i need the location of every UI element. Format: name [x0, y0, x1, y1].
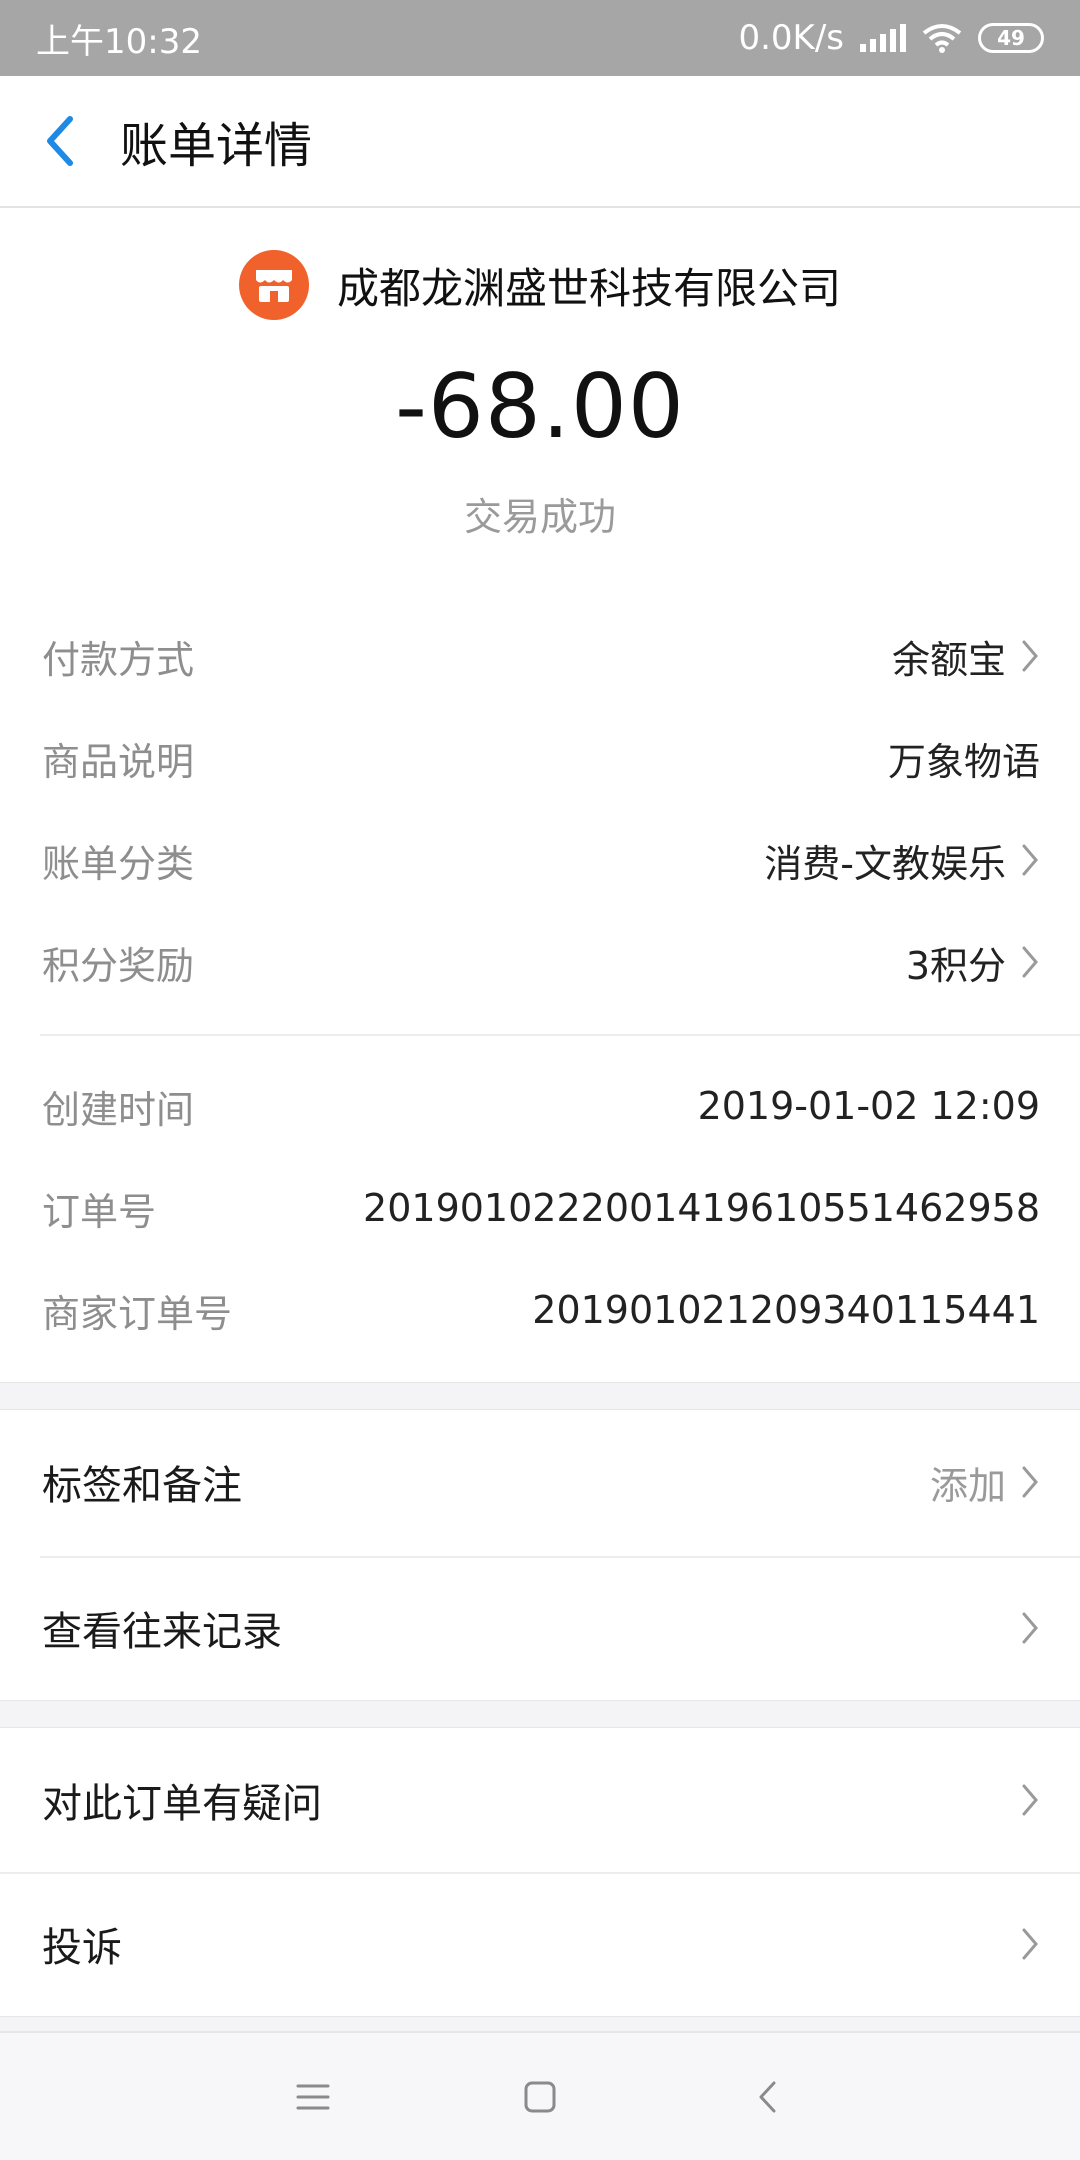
detail-value: 3积分 — [905, 943, 1006, 988]
status-time: 上午10:32 — [36, 21, 202, 62]
divider — [40, 1034, 1080, 1036]
status-bar: 上午10:32 0.0K/s 49 — [0, 0, 1080, 76]
section-gap — [0, 1382, 1080, 1410]
detail-label: 商家订单号 — [42, 1291, 233, 1336]
tags-and-notes-row[interactable]: 标签和备注 添加 — [0, 1412, 1080, 1552]
action-right — [1020, 1926, 1040, 1962]
back-icon — [759, 2081, 776, 2112]
merchant-header: 成都龙渊盛世科技有限公司 — [0, 250, 1080, 320]
action-right — [1020, 1610, 1040, 1646]
signal-icon — [860, 24, 906, 52]
section-gap — [0, 2016, 1080, 2032]
detail-row-order-number: 订单号 20190102220014196105514629​58 — [0, 1168, 1080, 1248]
transaction-amount: -68.00 — [395, 355, 685, 458]
battery-level: 49 — [997, 26, 1025, 50]
detail-value: 201901021209340115441 — [532, 1288, 1040, 1332]
merchant-name: 成都龙渊盛世科技有限公司 — [336, 263, 841, 313]
home-icon — [524, 2081, 556, 2112]
detail-row-created-time: 创建时间 2019-01-02 12:09 — [0, 1066, 1080, 1146]
menu-button[interactable] — [268, 2052, 358, 2142]
action-right — [1020, 1782, 1040, 1818]
detail-row-bill-category[interactable]: 账单分类 消费-文教娱乐 — [0, 820, 1080, 900]
detail-label: 订单号 — [42, 1189, 157, 1234]
battery-icon: 49 — [978, 23, 1044, 53]
back-button[interactable] — [0, 75, 120, 207]
home-button[interactable] — [495, 2052, 585, 2142]
detail-value-group: 余额宝 — [892, 629, 1040, 684]
chevron-right-icon — [1022, 640, 1038, 672]
detail-row-points-reward[interactable]: 积分奖励 3积分 — [0, 922, 1080, 1002]
section-gap — [0, 1700, 1080, 1728]
detail-row-payment-method[interactable]: 付款方式 余额宝 — [0, 616, 1080, 696]
detail-value: 余额宝 — [891, 637, 1006, 682]
detail-value: 消费-文教娱乐 — [764, 841, 1006, 886]
detail-value-group: 万象物语 — [888, 731, 1040, 786]
order-question-row[interactable]: 对此订单有疑问 — [0, 1730, 1080, 1870]
view-history-row[interactable]: 查看往来记录 — [0, 1558, 1080, 1698]
chevron-right-icon — [1022, 1928, 1038, 1960]
chevron-right-icon — [1022, 1784, 1038, 1816]
detail-value-group: 消费-文教娱乐 — [764, 833, 1040, 888]
detail-value: 万象物语 — [887, 739, 1040, 784]
complaint-row[interactable]: 投诉 — [0, 1874, 1080, 2014]
detail-value: 20190102220014196105514629​58 — [363, 1186, 1040, 1230]
action-right: 添加 — [930, 1455, 1040, 1510]
detail-label: 付款方式 — [42, 637, 195, 682]
action-label: 对此订单有疑问 — [42, 1781, 322, 1827]
bill-detail-screen: 上午10:32 0.0K/s 49 账单详情 成都龙渊盛世科技有限公司 -68.… — [0, 0, 1080, 2160]
add-link[interactable]: 添加 — [930, 1455, 1006, 1510]
detail-label: 账单分类 — [42, 841, 195, 886]
detail-row-product-description: 商品说明 万象物语 — [0, 718, 1080, 798]
chevron-right-icon — [1022, 844, 1038, 876]
detail-row-merchant-order-number: 商家订单号 201901021209340115441 — [0, 1270, 1080, 1350]
network-speed: 0.0K/s — [738, 18, 844, 58]
page-title: 账单详情 — [120, 118, 313, 174]
transaction-status: 交易成功 — [463, 495, 616, 539]
system-navigation-bar — [0, 2032, 1080, 2160]
action-label: 查看往来记录 — [42, 1609, 282, 1655]
chevron-left-icon — [47, 116, 73, 166]
detail-value-group: 3积分 — [906, 935, 1040, 990]
action-label: 标签和备注 — [42, 1463, 242, 1509]
status-indicators: 0.0K/s 49 — [738, 18, 1044, 58]
detail-value: 2019-01-02 12:09 — [697, 1084, 1040, 1128]
chevron-right-icon — [1022, 1466, 1038, 1498]
system-back-button[interactable] — [722, 2052, 812, 2142]
navigation-bar: 账单详情 — [0, 76, 1080, 208]
shop-icon — [238, 250, 309, 320]
detail-label: 创建时间 — [42, 1087, 195, 1132]
menu-icon — [296, 2084, 330, 2109]
chevron-right-icon — [1022, 1612, 1038, 1644]
chevron-right-icon — [1022, 946, 1038, 978]
detail-label: 积分奖励 — [42, 943, 195, 988]
action-label: 投诉 — [42, 1925, 122, 1971]
wifi-icon — [922, 23, 962, 53]
detail-label: 商品说明 — [42, 739, 195, 784]
